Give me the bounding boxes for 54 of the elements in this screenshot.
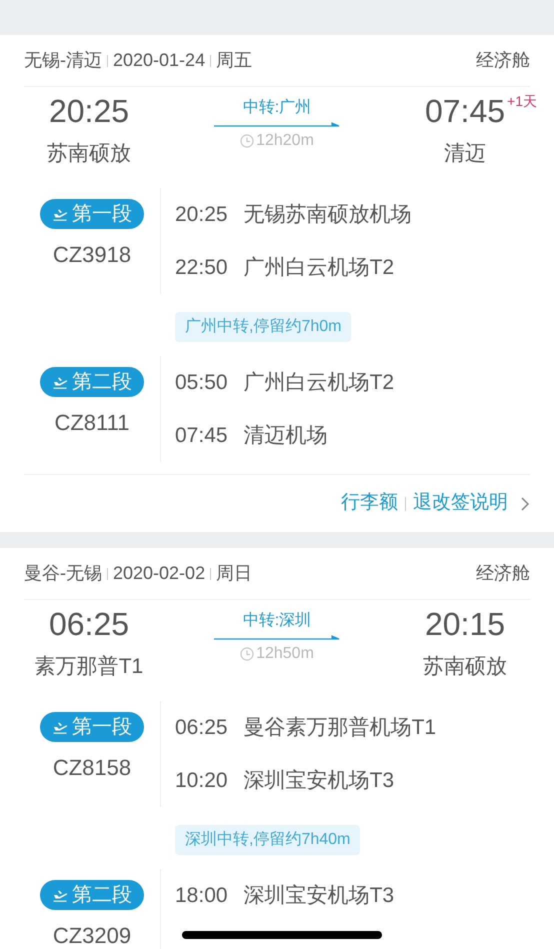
arrive-place: 清迈	[444, 141, 486, 167]
info-link[interactable]: 退改签说明	[413, 489, 508, 518]
segment-label: 第一段	[72, 715, 132, 740]
plane-takeoff-icon	[52, 375, 68, 389]
airport-name: 深圳宝安机场T3	[244, 882, 394, 909]
transfer-city: 中转:深圳	[242, 610, 312, 631]
stop-time: 07:45	[175, 422, 228, 449]
stop-time: 05:50	[175, 370, 228, 396]
layover-note: 深圳中转,停留约7h40m	[175, 825, 360, 855]
airport-name: 深圳宝安机场T3	[244, 768, 394, 794]
depart-time: 20:25	[48, 92, 130, 131]
stop-time: 06:25	[175, 714, 228, 741]
airport-name: 曼谷素万那普机场T1	[244, 714, 436, 741]
route: 无锡-清迈	[24, 49, 102, 72]
plane-takeoff-icon	[52, 888, 68, 902]
airport-name: 广州白云机场T2	[244, 370, 394, 396]
stop-time: 10:20	[175, 768, 228, 794]
cabin-class: 经济舱	[476, 49, 530, 72]
arrive-time: 20:15	[424, 606, 506, 642]
depart-place: 苏南硕放	[47, 141, 131, 167]
flight-date: 2020-01-24	[113, 49, 206, 72]
segment-label: 第一段	[72, 202, 132, 227]
arrive-time: 07:45	[424, 93, 506, 129]
flight-number: CZ3209	[52, 922, 132, 949]
plane-takeoff-icon	[52, 207, 68, 221]
clock-icon	[240, 647, 254, 661]
duration: 12h20m	[256, 131, 314, 151]
airport-name: 广州白云机场T2	[244, 254, 394, 281]
flight-number: CZ8158	[52, 754, 132, 782]
stop-time: 20:25	[175, 202, 228, 228]
depart-place: 素万那普T1	[34, 654, 144, 680]
stop-time: 22:50	[175, 254, 228, 281]
arrive-place: 苏南硕放	[423, 654, 507, 680]
plane-takeoff-icon	[52, 720, 68, 734]
segment-label: 第二段	[72, 883, 132, 908]
depart-time: 06:25	[48, 605, 130, 644]
layover-note: 广州中转,停留约7h0m	[175, 312, 352, 342]
flight-date: 2020-02-02	[113, 562, 206, 585]
stop-time: 18:00	[175, 882, 228, 909]
duration: 12h50m	[256, 644, 314, 664]
segment-label: 第二段	[72, 370, 132, 395]
clock-icon	[240, 134, 254, 148]
airport-name: 无锡苏南硕放机场	[244, 202, 412, 228]
route: 曼谷-无锡	[24, 562, 102, 585]
airport-name: 清迈机场	[244, 422, 328, 449]
transfer-city: 中转:广州	[242, 98, 312, 118]
weekday: 周五	[216, 49, 252, 72]
chevron-right-icon[interactable]	[520, 496, 530, 512]
weekday: 周日	[216, 562, 252, 585]
flight-number: CZ3918	[52, 241, 132, 269]
info-link[interactable]: 行李额	[341, 489, 398, 518]
cabin-class: 经济舱	[476, 562, 530, 585]
flight-number: CZ8111	[54, 409, 130, 437]
day-offset: +1天	[507, 92, 537, 111]
